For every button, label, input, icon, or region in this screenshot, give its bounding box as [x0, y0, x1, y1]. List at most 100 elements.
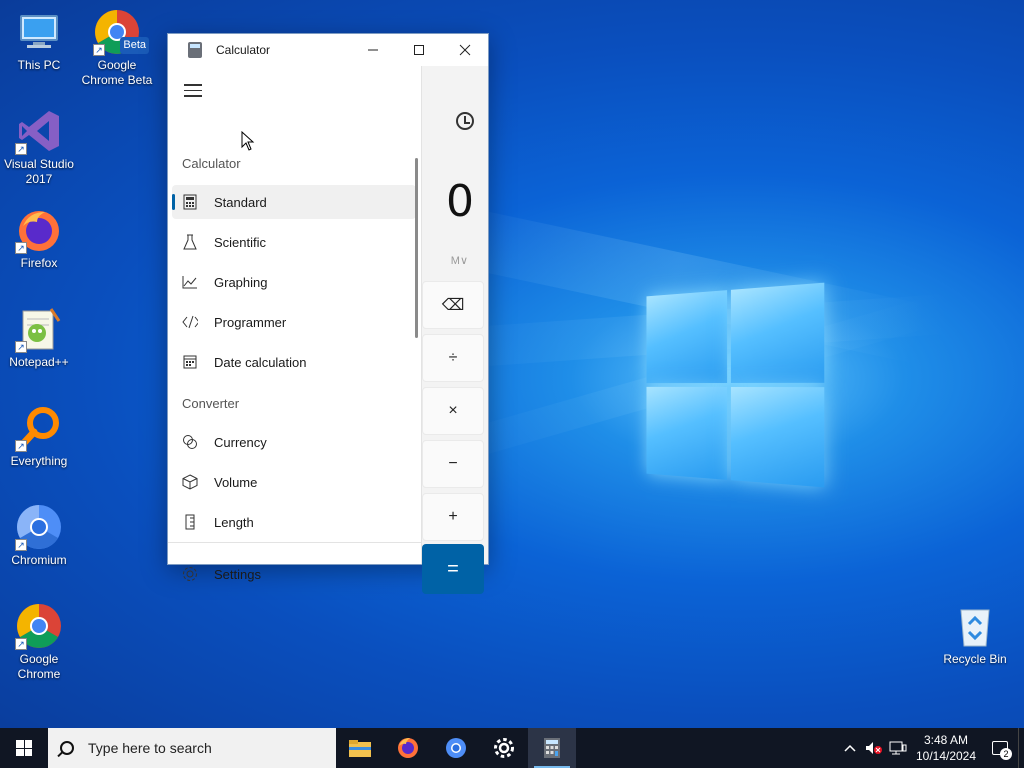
result-display: 0	[446, 176, 474, 227]
nav-item-volume[interactable]: Volume	[172, 465, 416, 499]
nav-item-label: Length	[214, 515, 254, 530]
desktop-icon-chromium[interactable]: ↗ Chromium	[0, 503, 78, 568]
desktop-icon-visual-studio[interactable]: ↗ Visual Studio 2017	[0, 107, 78, 187]
action-center-button[interactable]: 2	[982, 728, 1018, 768]
desktop-icon-everything[interactable]: ↗ Everything	[0, 404, 78, 469]
desktop-icon-label: This PC	[0, 58, 78, 73]
ruler-icon	[182, 514, 198, 530]
recycle-bin-icon	[951, 602, 999, 650]
taskbar-calculator[interactable]	[528, 728, 576, 768]
minimize-icon	[367, 44, 379, 56]
windows-wallpaper-logo	[636, 290, 822, 480]
nav-item-settings[interactable]: Settings	[172, 557, 416, 591]
section-header-calculator: Calculator	[182, 156, 241, 171]
title-bar[interactable]: Calculator	[168, 34, 488, 66]
firefox-icon: ↗	[15, 206, 63, 254]
shortcut-arrow-icon: ↗	[15, 440, 27, 452]
shortcut-arrow-icon: ↗	[15, 638, 27, 650]
maximize-icon	[413, 44, 425, 56]
desktop-icon-recycle-bin[interactable]: Recycle Bin	[936, 602, 1014, 667]
section-header-converter: Converter	[182, 396, 239, 411]
minimize-button[interactable]	[350, 34, 396, 66]
hamburger-menu-icon[interactable]	[184, 84, 202, 98]
start-button[interactable]	[0, 728, 48, 768]
nav-item-length[interactable]: Length	[172, 505, 416, 539]
chromium-icon: ↗	[15, 503, 63, 551]
desktop-icon-notepad-plus-plus[interactable]: ↗ Notepad++	[0, 305, 78, 370]
taskbar-search-box[interactable]: Type here to search	[48, 728, 336, 768]
search-placeholder: Type here to search	[88, 740, 212, 756]
calculator-app-icon	[188, 42, 202, 58]
desktop-icon-label: Chromium	[0, 553, 78, 568]
gear-icon	[182, 566, 198, 582]
network-icon	[889, 741, 907, 755]
equals-button[interactable]: =	[422, 544, 484, 594]
nav-item-label: Scientific	[214, 235, 266, 250]
currency-icon	[182, 434, 198, 450]
selection-indicator	[172, 194, 175, 210]
nav-item-programmer[interactable]: Programmer	[172, 305, 416, 339]
maximize-button[interactable]	[396, 34, 442, 66]
taskbar-settings[interactable]	[480, 728, 528, 768]
multiply-label: ×	[448, 402, 457, 420]
calendar-icon	[182, 354, 198, 370]
shortcut-arrow-icon: ↗	[15, 242, 27, 254]
divide-label: ÷	[449, 349, 458, 367]
nav-item-scientific[interactable]: Scientific	[172, 225, 416, 259]
volume-button[interactable]	[862, 728, 886, 768]
cube-icon	[182, 474, 198, 490]
network-button[interactable]	[886, 728, 910, 768]
taskbar-file-explorer[interactable]	[336, 728, 384, 768]
file-explorer-icon	[348, 738, 372, 758]
notification-count: 2	[1000, 748, 1012, 760]
clock-time: 3:48 AM	[910, 732, 982, 748]
flask-icon	[182, 234, 198, 250]
memory-dropdown-button[interactable]: M∨	[451, 254, 468, 267]
nav-item-graphing[interactable]: Graphing	[172, 265, 416, 299]
navigation-pane: Calculator Standard Scientific Graphing …	[168, 66, 422, 564]
nav-item-label: Volume	[214, 475, 257, 490]
search-icon	[60, 741, 74, 755]
shortcut-arrow-icon: ↗	[15, 539, 27, 551]
nav-item-label: Standard	[214, 195, 267, 210]
desktop-icon-firefox[interactable]: ↗ Firefox	[0, 206, 78, 271]
history-icon[interactable]	[456, 112, 474, 130]
calculator-main-area: 0 M∨ ⌫ ÷ × − + =	[422, 66, 488, 564]
plus-button[interactable]: +	[422, 493, 484, 541]
divide-button[interactable]: ÷	[422, 334, 484, 382]
desktop-icon-google-chrome[interactable]: ↗ Google Chrome	[0, 602, 78, 682]
nav-item-label: Currency	[214, 435, 267, 450]
desktop-icon-label: Everything	[0, 454, 78, 469]
desktop-icon-chrome-beta[interactable]: Beta ↗ Google Chrome Beta	[78, 8, 156, 88]
show-desktop-button[interactable]	[1018, 728, 1024, 768]
shortcut-arrow-icon: ↗	[15, 341, 27, 353]
shortcut-arrow-icon: ↗	[93, 44, 105, 56]
show-hidden-icons-button[interactable]	[838, 728, 862, 768]
code-icon	[182, 314, 198, 330]
nav-item-label: Date calculation	[214, 355, 307, 370]
window-title: Calculator	[216, 43, 350, 57]
nav-item-date-calculation[interactable]: Date calculation	[172, 345, 416, 379]
multiply-button[interactable]: ×	[422, 387, 484, 435]
nav-item-currency[interactable]: Currency	[172, 425, 416, 459]
plus-label: +	[448, 508, 457, 526]
clock-date: 10/14/2024	[910, 748, 982, 764]
backspace-icon: ⌫	[442, 295, 465, 315]
equals-label: =	[447, 558, 459, 581]
windows-start-icon	[16, 740, 32, 756]
nav-scrollbar[interactable]	[415, 158, 418, 338]
backspace-button[interactable]: ⌫	[422, 281, 484, 329]
calculator-window: Calculator 0 M∨ ⌫ ÷ × − + = Calculator S…	[167, 33, 489, 565]
computer-icon	[15, 8, 63, 56]
system-tray: 3:48 AM 10/14/2024 2	[838, 728, 1024, 768]
nav-item-standard[interactable]: Standard	[172, 185, 416, 219]
desktop-icon-label: Visual Studio 2017	[0, 157, 78, 187]
chromium-icon	[444, 736, 468, 760]
taskbar-clock[interactable]: 3:48 AM 10/14/2024	[910, 732, 982, 764]
desktop-icon-this-pc[interactable]: This PC	[0, 8, 78, 73]
minus-button[interactable]: −	[422, 440, 484, 488]
taskbar-firefox[interactable]	[384, 728, 432, 768]
close-button[interactable]	[442, 34, 488, 66]
settings-gear-icon	[493, 737, 515, 759]
taskbar-chromium[interactable]	[432, 728, 480, 768]
